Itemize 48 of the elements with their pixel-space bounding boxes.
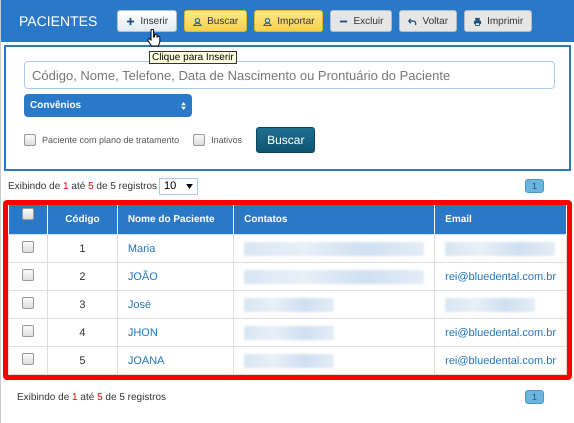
toolbar-button[interactable]: Excluir: [330, 10, 392, 32]
table-cell: 4: [48, 318, 118, 346]
checkbox[interactable]: [24, 134, 36, 146]
search-button[interactable]: Buscar: [256, 127, 316, 153]
table-cell: 5: [48, 346, 118, 374]
tooltip: Clique para Inserir: [149, 51, 237, 64]
row-checkbox[interactable]: [22, 297, 34, 309]
select-all-checkbox[interactable]: [22, 208, 34, 220]
insurance-dropdown[interactable]: Convênios: [24, 94, 192, 117]
toolbar-button[interactable]: Imprimir: [464, 10, 532, 32]
column-header: Código: [48, 205, 118, 234]
table-cell: 1: [48, 234, 118, 262]
toolbar-button[interactable]: Inserir: [117, 10, 178, 32]
row-checkbox[interactable]: [22, 269, 34, 281]
row-checkbox[interactable]: [22, 353, 34, 365]
patient-name-link[interactable]: JOANA: [128, 354, 165, 366]
page-size-dropdown[interactable]: 10: [159, 178, 198, 194]
record-count-text: Exibindo de 1 até 5 de 5 registros: [8, 180, 158, 192]
search-field[interactable]: Código, Nome, Telefone, Data de Nascimento ou Prontuário do Paciente: [24, 61, 555, 89]
record-count-text: Exibindo de 1 até 5 de 5 registros: [17, 392, 166, 402]
checkbox-label: Paciente com plano de tratamento: [42, 135, 180, 145]
hand-cursor-icon: [147, 29, 161, 47]
sort-arrows-icon: [181, 102, 186, 110]
page-button[interactable]: 1: [524, 390, 544, 404]
row-checkbox[interactable]: [22, 241, 34, 253]
user-icon: [193, 16, 202, 26]
patient-name-link[interactable]: JOÃO: [128, 270, 158, 282]
column-header: Nome do Paciente: [117, 205, 234, 234]
printer-icon: [473, 16, 482, 26]
undo-icon: [408, 16, 418, 26]
checkbox[interactable]: [193, 134, 206, 146]
dropdown-arrow-icon: [186, 184, 194, 188]
row-checkbox[interactable]: [22, 325, 34, 337]
toolbar-button[interactable]: Voltar: [399, 10, 458, 32]
user-icon: [263, 16, 272, 26]
table-cell: 2: [48, 262, 118, 290]
toolbar-button[interactable]: Buscar: [184, 10, 248, 32]
patient-name-link[interactable]: José: [128, 298, 152, 310]
toolbar-button[interactable]: Importar: [254, 10, 324, 32]
page-title: PACIENTES: [19, 13, 98, 29]
table-cell: 3: [48, 290, 118, 318]
plus-icon: [126, 16, 136, 26]
patient-name-link[interactable]: JHON: [128, 326, 158, 338]
column-header: Email: [434, 205, 566, 234]
checkbox-label: Inativos: [211, 135, 242, 145]
page-button[interactable]: 1: [524, 179, 544, 193]
column-header: Contatos: [234, 205, 435, 234]
patient-name-link[interactable]: Maria: [128, 242, 156, 254]
